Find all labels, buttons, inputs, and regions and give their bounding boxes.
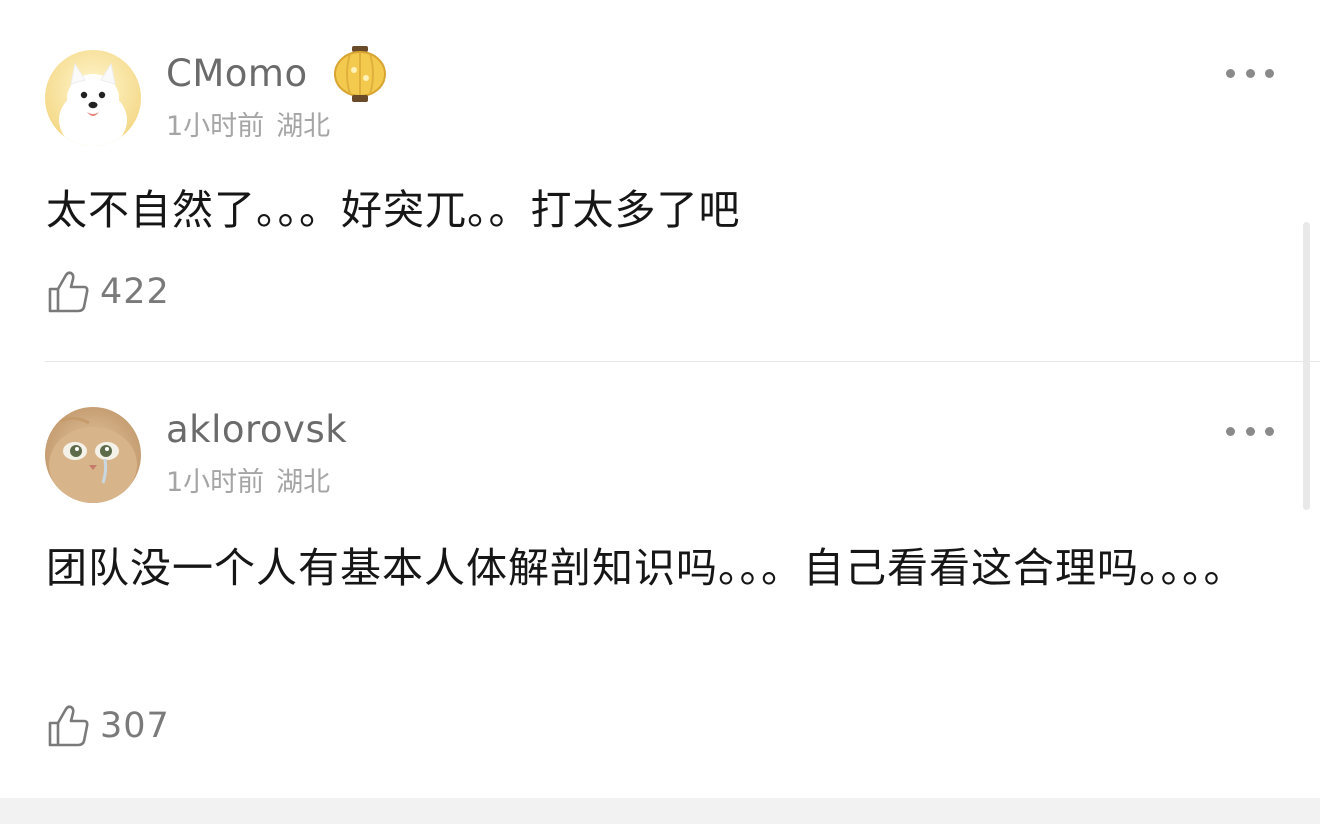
comment-list: CMomo 1小时前 湖北 太不自然了。。。好突兀。。打太多了吧 422 akl… [0,0,1320,824]
like-count: 307 [100,706,170,746]
more-dots-icon[interactable] [1226,421,1274,441]
thumbs-up-icon [48,271,89,313]
comment-meta: 1小时前 湖北 [166,467,330,499]
comment-text: 团队没一个人有基本人体解剖知识吗。。。自己看看这合理吗。。。。 [46,544,1246,592]
like-button[interactable]: 307 [46,702,170,750]
more-dots-icon[interactable] [1226,63,1274,83]
like-count: 422 [100,272,170,312]
lantern-badge-icon [332,44,388,104]
comment-item: aklorovsk 1小时前 湖北 团队没一个人有基本人体解剖知识吗。。。自己看看… [0,362,1320,798]
username[interactable]: aklorovsk [166,408,347,452]
comment-meta: 1小时前 湖北 [166,111,330,143]
like-button[interactable]: 422 [46,268,170,316]
thumbs-up-icon [48,705,89,747]
comment-time: 1小时前 [166,111,265,142]
comment-location: 湖北 [276,467,331,498]
avatar[interactable] [45,50,141,146]
bottom-bar [0,798,1320,824]
comment-time: 1小时前 [166,467,265,498]
comment-item: CMomo 1小时前 湖北 太不自然了。。。好突兀。。打太多了吧 422 [0,0,1320,362]
comment-location: 湖北 [276,111,331,142]
comment-text: 太不自然了。。。好突兀。。打太多了吧 [46,186,741,234]
scrollbar[interactable] [1303,222,1310,510]
username[interactable]: CMomo [166,52,308,96]
avatar[interactable] [45,407,141,503]
